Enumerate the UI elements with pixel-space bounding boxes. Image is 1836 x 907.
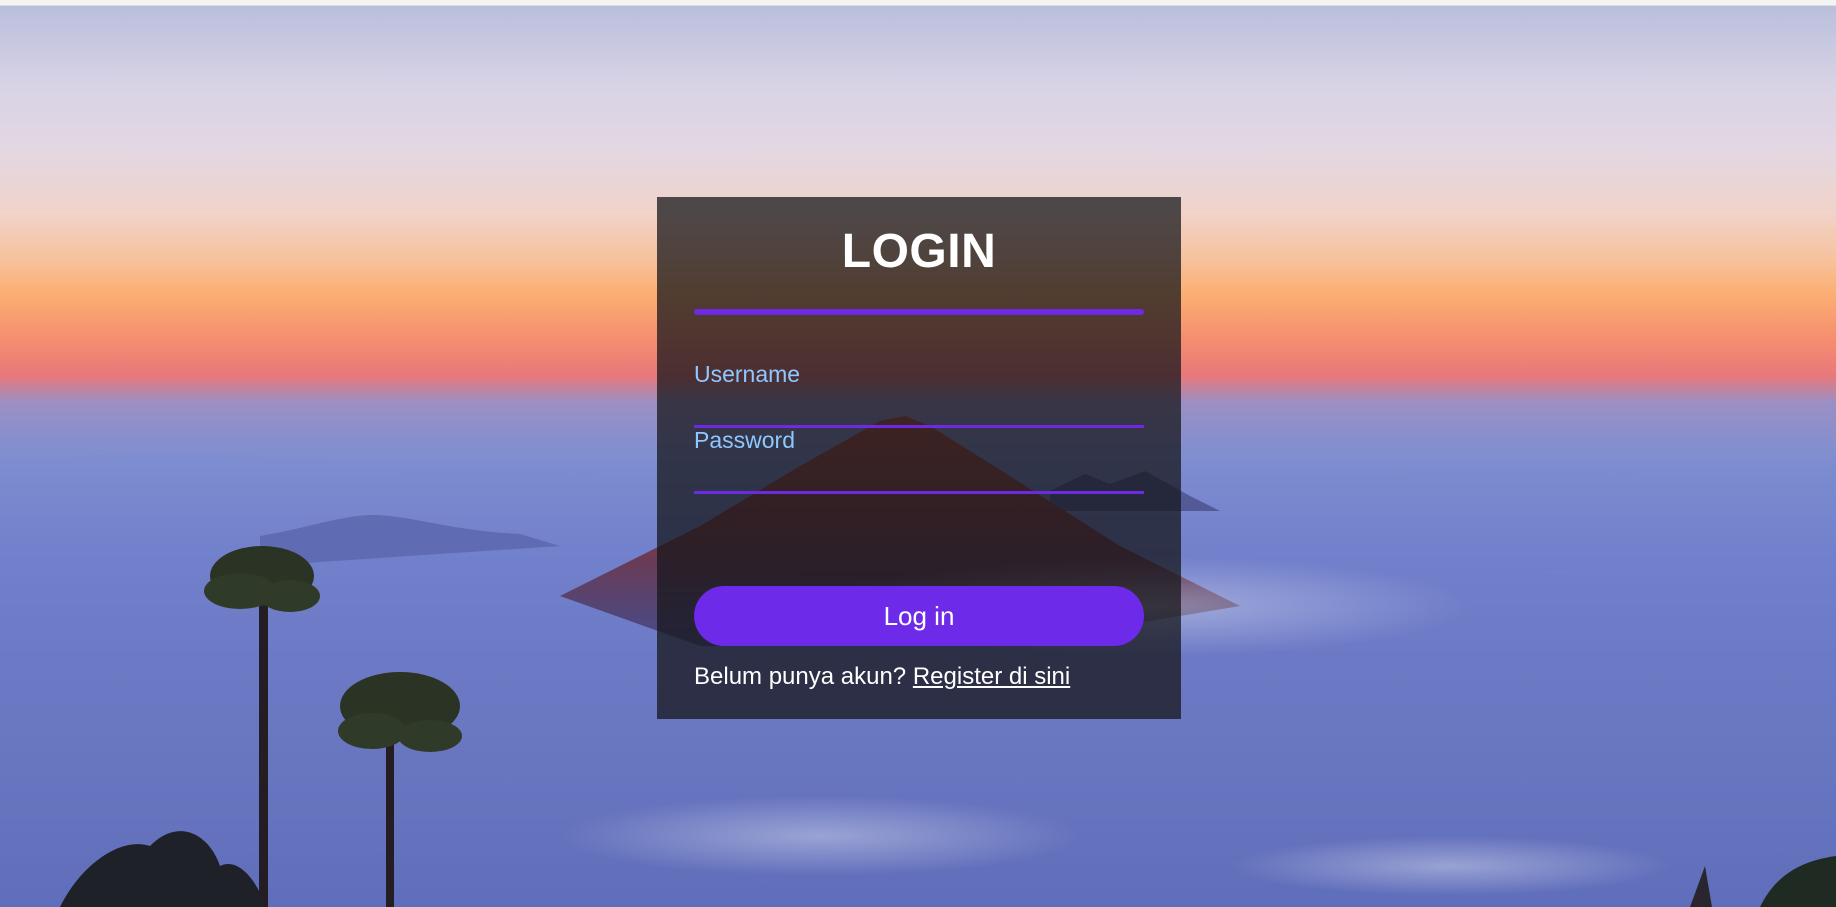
register-prompt-text: Belum punya akun? [694,663,907,690]
username-input[interactable] [694,399,1144,425]
login-title: LOGIN [841,225,997,278]
login-button[interactable]: Log in [694,586,1144,646]
username-label: Username [694,361,801,387]
password-label: Password [694,427,795,453]
password-underline [694,491,1144,494]
login-page: LOGIN Username Password Log in Belum pun… [0,0,1836,907]
register-prompt-line: Belum punya akun? Register di sini [694,663,1070,691]
register-link[interactable]: Register di sini [913,663,1070,690]
login-card: LOGIN Username Password Log in Belum pun… [657,197,1181,719]
username-field: Username [694,315,1144,428]
password-input[interactable] [694,465,1144,491]
password-field: Password [694,427,1144,539]
